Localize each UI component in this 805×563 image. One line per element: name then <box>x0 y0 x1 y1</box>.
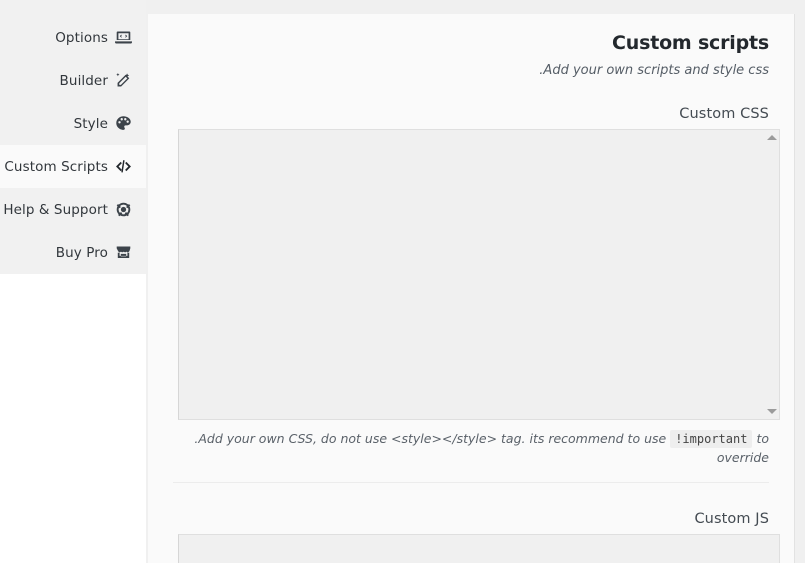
page-subtitle: .Add your own scripts and style css <box>539 63 769 78</box>
sidebar-item-label: Buy Pro <box>55 244 108 261</box>
palette-icon <box>115 115 132 132</box>
important-code-badge: !important <box>670 430 753 448</box>
life-buoy-icon <box>115 201 132 218</box>
sidebar-item-label: Style <box>73 115 108 132</box>
custom-js-input[interactable] <box>178 533 780 563</box>
sidebar-item-style[interactable]: Style <box>0 102 146 145</box>
scroll-up-arrow-icon[interactable] <box>766 135 777 140</box>
custom-css-label: Custom CSS <box>679 106 769 122</box>
page-title: Custom scripts <box>612 32 769 54</box>
custom-js-section: Custom JS <box>148 483 794 563</box>
sidebar-item-label: Options <box>55 29 108 46</box>
sidebar-item-label: Help & Support <box>3 201 108 218</box>
magic-wand-icon <box>115 72 132 89</box>
sidebar-item-custom-scripts[interactable]: Custom Scripts <box>0 145 146 188</box>
custom-scripts-page: Options Builder Style Custom Scripts Hel… <box>0 0 805 563</box>
scroll-down-arrow-icon[interactable] <box>766 409 777 414</box>
content-panel: Custom scripts .Add your own scripts and… <box>148 14 795 563</box>
custom-css-section: Custom CSS .Add your own CSS, do not use… <box>148 78 794 483</box>
custom-css-help-prefix: .Add your own CSS, do not use <style></s… <box>194 431 667 446</box>
custom-css-help-text: .Add your own CSS, do not use <style></s… <box>173 420 769 468</box>
custom-css-input[interactable] <box>178 129 780 420</box>
custom-js-textarea-wrap <box>178 533 780 563</box>
custom-css-textarea-wrap <box>178 129 780 420</box>
code-tags-icon <box>115 158 132 175</box>
sidebar-item-label: Builder <box>59 72 108 89</box>
sidebar-items-group: Options Builder Style Custom Scripts Hel… <box>0 0 146 274</box>
custom-js-label: Custom JS <box>694 510 769 527</box>
sidebar-item-options[interactable]: Options <box>0 16 146 59</box>
store-icon <box>115 244 132 261</box>
sidebar-item-label: Custom Scripts <box>4 158 108 175</box>
sidebar-item-help-support[interactable]: Help & Support <box>0 188 146 231</box>
custom-css-scrollbar[interactable] <box>764 130 779 419</box>
sidebar-item-builder[interactable]: Builder <box>0 59 146 102</box>
sidebar: Options Builder Style Custom Scripts Hel… <box>0 0 146 563</box>
page-header: Custom scripts .Add your own scripts and… <box>148 14 794 78</box>
laptop-code-icon <box>115 29 132 46</box>
sidebar-item-buy-pro[interactable]: Buy Pro <box>0 231 146 274</box>
